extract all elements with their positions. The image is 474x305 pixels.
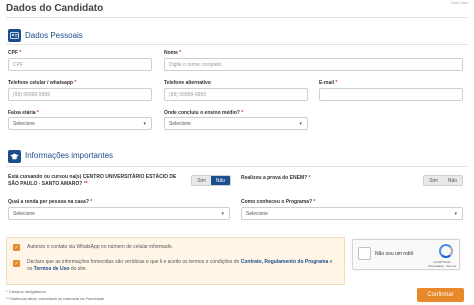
section-title-info: Informações importantes [25, 151, 114, 160]
recaptcha-brand: reCAPTCHA Privacidade - Termos [427, 260, 456, 268]
terms-consent-text: Declaro que as informações fornecidas sã… [27, 259, 333, 272]
graduation-cap-icon [8, 150, 21, 163]
cursando-question: Está cursando ou cursou na(s) CENTRO UNI… [8, 174, 177, 187]
chevron-down-icon: ▾ [221, 210, 224, 217]
celular-input[interactable]: (99) 99999-9999 [8, 88, 152, 101]
divider [6, 166, 468, 167]
cursando-toggle[interactable]: Sim Não [191, 175, 231, 186]
divider [6, 44, 468, 45]
chevron-down-icon: ▾ [143, 120, 146, 127]
required-note: * Campos obrigatórios [6, 289, 46, 294]
page-title: Dados do Candidato [6, 3, 104, 14]
recaptcha-label: Não sou um robô [375, 251, 414, 257]
cursando-no-button[interactable]: Não [211, 176, 230, 185]
cpf-label: CPF * [8, 50, 22, 56]
enem-yes-button[interactable]: Sim [424, 176, 443, 185]
cpf-input[interactable]: CPF [8, 58, 152, 71]
ensino-select-value: Selecione [169, 120, 191, 127]
email-input[interactable] [319, 88, 463, 101]
email-label: E-mail * [319, 80, 338, 86]
conheceu-label: Como conheceu o Programa? * [241, 199, 316, 205]
faixa-label: Faixa etária * [8, 110, 39, 116]
section-title-personal: Dados Pessoais [25, 31, 83, 40]
enem-question: Realizou a prova do ENEM? * [241, 175, 311, 181]
consent-box: ✓ Autorizo o contato via WhatsApp no núm… [6, 237, 345, 285]
divider [6, 17, 468, 18]
nome-input[interactable]: Digite o nome completo [164, 58, 463, 71]
conheceu-select[interactable]: Selecione ▾ [241, 207, 463, 220]
termos-link[interactable]: Termos de Uso [34, 266, 70, 272]
enem-toggle[interactable]: Sim Não [423, 175, 463, 186]
renda-select[interactable]: Selecione ▾ [8, 207, 230, 220]
chevron-down-icon: ▾ [454, 210, 457, 217]
enem-no-button[interactable]: Não [443, 176, 462, 185]
faixa-select-value: Selecione [13, 120, 35, 127]
renda-select-value: Selecione [13, 210, 35, 217]
whatsapp-consent-checkbox[interactable]: ✓ [13, 244, 20, 251]
id-card-icon [8, 29, 21, 42]
faixa-select[interactable]: Selecione ▾ [8, 117, 152, 130]
alternativo-input[interactable]: (99) 99999-9999 [164, 88, 308, 101]
whatsapp-consent-text: Autorizo o contato via WhatsApp no númer… [27, 244, 173, 250]
enrolled-note: ** Matrícula ativa, cancelada ou trancad… [6, 296, 105, 301]
recaptcha-checkbox[interactable] [358, 247, 371, 260]
ensino-select[interactable]: Selecione ▾ [164, 117, 308, 130]
conheceu-select-value: Selecione [246, 210, 268, 217]
cursando-yes-button[interactable]: Sim [192, 176, 211, 185]
nome-label: Nome * [164, 50, 182, 56]
recaptcha-logo-icon [439, 244, 453, 258]
terms-consent-checkbox[interactable]: ✓ [13, 260, 20, 267]
celular-label: Telefone celular / whatsapp * [8, 80, 77, 86]
ensino-label: Onde concluiu o ensino médio? * [164, 110, 244, 116]
confirm-button[interactable]: Confirmar [417, 288, 464, 302]
contrato-link[interactable]: Contrato, Regulamento do Programa [241, 259, 329, 265]
top-right-link[interactable]: Saiba Mais [451, 1, 468, 5]
chevron-down-icon: ▾ [299, 120, 302, 127]
alternativo-label: Telefone alternativo [164, 80, 211, 86]
renda-label: Qual a renda per pessoa na casa? * [8, 199, 93, 205]
recaptcha-widget: Não sou um robô reCAPTCHA Privacidade - … [352, 239, 460, 270]
